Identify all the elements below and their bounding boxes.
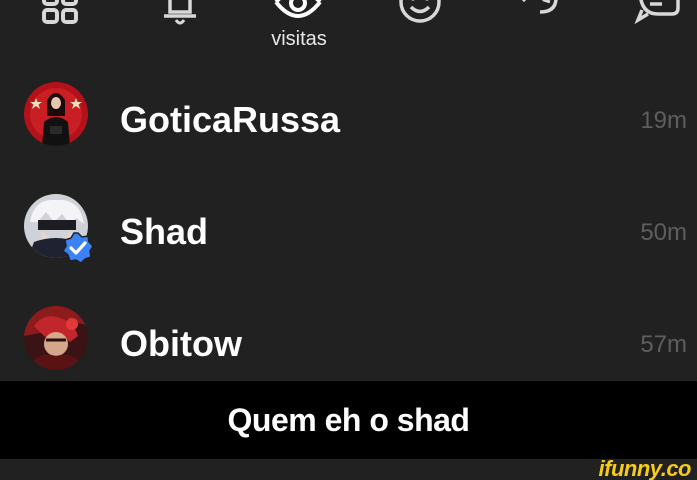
visit-time: 57m — [640, 331, 687, 358]
eye-icon — [271, 0, 325, 26]
visitors-screen: visitas GoticaRussa 19m Shad 50m Obitow … — [0, 0, 697, 480]
tab-visits-label: visitas — [271, 28, 327, 50]
visit-time: 19m — [640, 107, 687, 134]
avatar[interactable] — [24, 82, 88, 146]
visitor-name[interactable]: GoticaRussa — [120, 100, 340, 140]
smiley-icon — [396, 0, 444, 30]
tab-notifications[interactable] — [150, 0, 210, 26]
tab-visits[interactable] — [268, 0, 328, 26]
tab-history[interactable] — [508, 0, 568, 26]
history-icon — [510, 0, 566, 30]
tab-chat[interactable] — [628, 0, 688, 26]
visitor-name[interactable]: Obitow — [120, 324, 242, 364]
list-item[interactable]: Obitow 57m — [0, 294, 697, 394]
bell-icon — [158, 0, 202, 28]
list-item[interactable]: GoticaRussa 19m — [0, 70, 697, 170]
tab-grid[interactable] — [30, 0, 90, 26]
caption-text: Quem eh o shad — [227, 401, 470, 438]
footer-strip — [0, 459, 697, 480]
grid-icon — [38, 0, 82, 26]
verified-badge-icon — [62, 232, 94, 264]
list-item[interactable]: Shad 50m — [0, 182, 697, 282]
avatar[interactable] — [24, 306, 88, 370]
chat-icon — [632, 0, 684, 30]
caption-bar: Quem eh o shad — [0, 381, 697, 459]
visitor-name[interactable]: Shad — [120, 212, 208, 252]
tab-bar: visitas — [0, 0, 697, 64]
ifunny-watermark: ifunny.co — [598, 456, 692, 480]
tab-reactions[interactable] — [390, 0, 450, 26]
visit-time: 50m — [640, 219, 687, 246]
